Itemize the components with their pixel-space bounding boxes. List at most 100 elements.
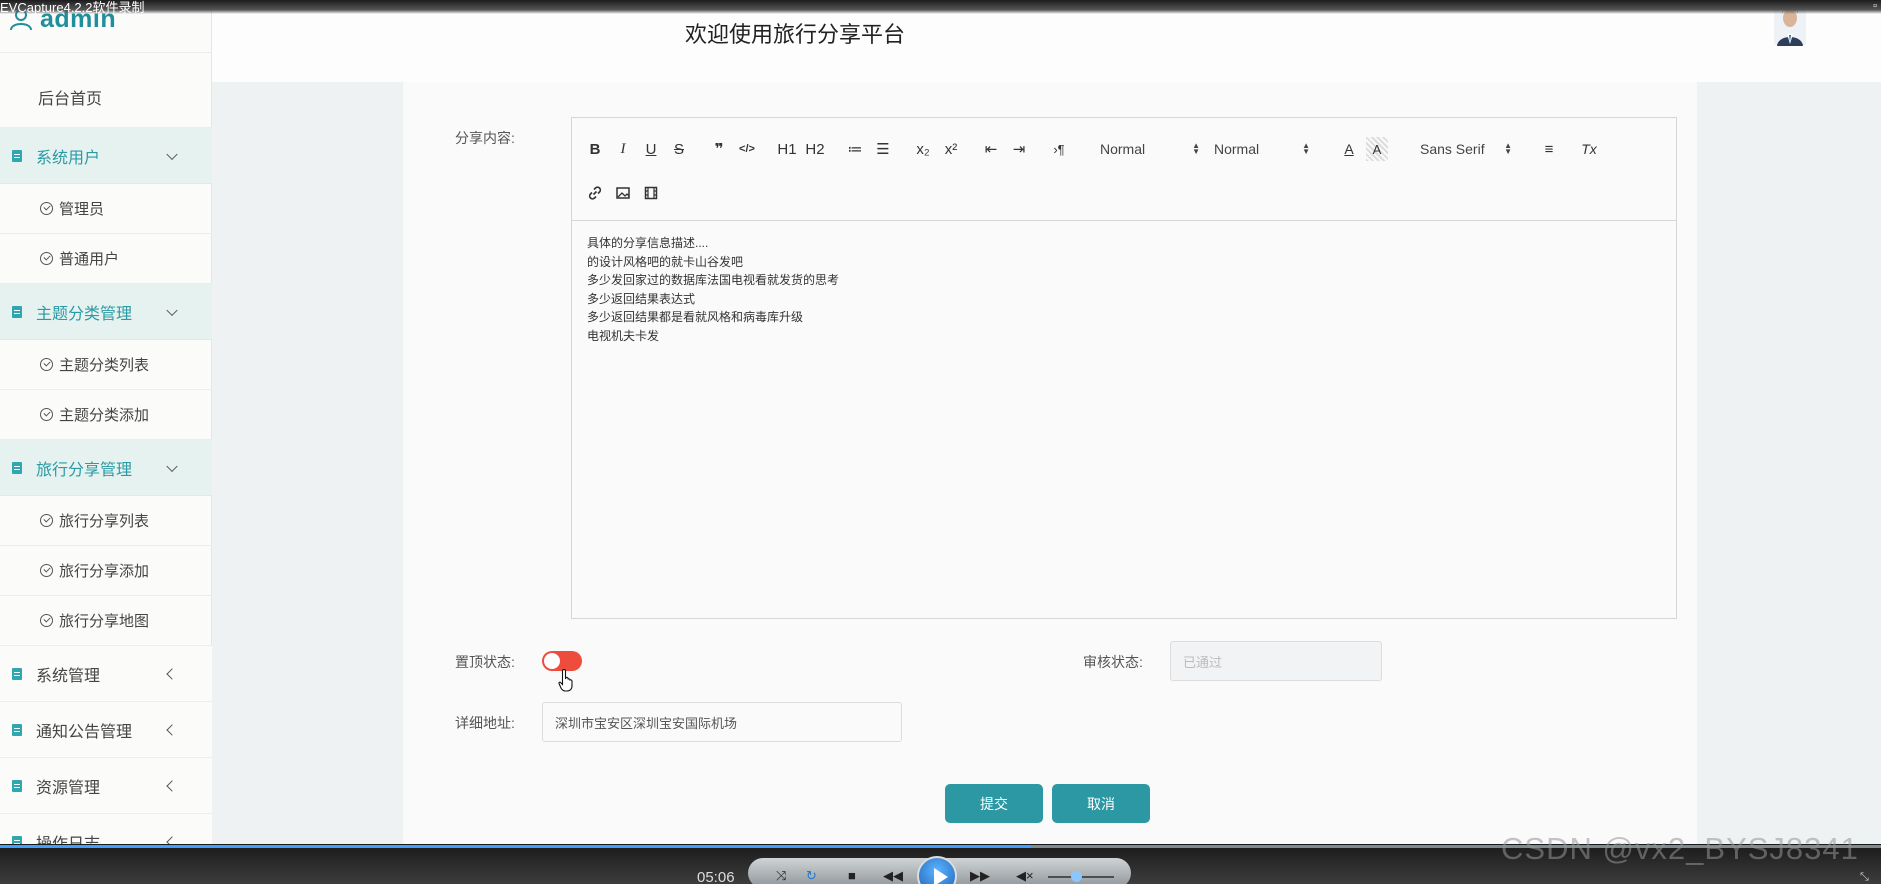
volume-knob[interactable] bbox=[1070, 871, 1082, 882]
link-icon bbox=[588, 186, 602, 200]
sidebar-item-label: 主题分类列表 bbox=[59, 357, 150, 374]
chevron-left-icon bbox=[166, 779, 178, 792]
sidebar: admin 后台首页 系统用户 管理员 普通用户 主题分类管理 主题分类列表 主… bbox=[0, 0, 212, 884]
sidebar-group-system-users[interactable]: 系统用户 bbox=[0, 128, 212, 184]
content-line: 多少发回家过的数据库法国电视看就发货的思考 bbox=[587, 273, 840, 287]
strike-button[interactable]: S bbox=[668, 137, 690, 161]
toolbar-row: B I U S ❞ </> H1 H2 ≔ ☰ x₂ x² ⇤ ⇥ ›¶ Nor… bbox=[584, 137, 1606, 161]
sidebar-menu: 后台首页 系统用户 管理员 普通用户 主题分类管理 主题分类列表 主题分类添加 bbox=[0, 66, 212, 870]
updown-icon: ▲ ▼ bbox=[1302, 141, 1310, 156]
sidebar-group-label: 主题分类管理 bbox=[36, 305, 133, 323]
review-label: 审核状态: bbox=[1083, 654, 1143, 670]
sidebar-group-notice[interactable]: 通知公告管理 bbox=[0, 702, 212, 758]
sidebar-item-admins[interactable]: 管理员 bbox=[0, 184, 212, 234]
sidebar-group-travel-share[interactable]: 旅行分享管理 bbox=[0, 440, 212, 496]
rewind-icon[interactable]: ◀◀ bbox=[883, 868, 903, 884]
bold-button[interactable]: B bbox=[584, 137, 606, 161]
playback-time: 05:06 bbox=[697, 869, 735, 884]
pin-label: 置顶状态: bbox=[455, 654, 515, 670]
sidebar-item-home[interactable]: 后台首页 bbox=[0, 66, 212, 128]
document-icon bbox=[12, 461, 22, 474]
document-icon bbox=[12, 667, 22, 680]
font-select-value: Sans Serif bbox=[1420, 141, 1485, 157]
repeat-icon[interactable]: ↻ bbox=[806, 868, 817, 884]
underline-button[interactable]: U bbox=[640, 137, 662, 161]
editor-content[interactable]: 具体的分享信息描述.... 的设计风格吧的就卡山谷发吧 多少发回家过的数据库法国… bbox=[572, 221, 1676, 358]
toggle-knob bbox=[544, 653, 560, 669]
content-line: 电视机夫卡发 bbox=[587, 328, 660, 343]
background-color-button[interactable]: A bbox=[1366, 137, 1388, 161]
window-button[interactable]: ▫ bbox=[1873, 0, 1877, 12]
cancel-button[interactable]: 取消 bbox=[1052, 784, 1150, 823]
check-circle-icon bbox=[40, 252, 53, 265]
superscript-button[interactable]: x² bbox=[940, 137, 962, 161]
image-button[interactable] bbox=[612, 181, 634, 205]
chevron-down-icon bbox=[166, 304, 178, 316]
sidebar-group-system-manage[interactable]: 系统管理 bbox=[0, 646, 212, 702]
subscript-button[interactable]: x₂ bbox=[912, 137, 934, 161]
shuffle-icon[interactable]: ⤨ bbox=[776, 868, 786, 884]
recorder-title: EVCapture4.2.2软件录制 bbox=[0, 0, 145, 15]
toolbar-row bbox=[584, 181, 668, 205]
review-status-field: 已通过 bbox=[1170, 641, 1382, 681]
size-select[interactable]: Normal ▲ ▼ bbox=[1100, 137, 1200, 161]
header-select[interactable]: Normal ▲ ▼ bbox=[1214, 137, 1310, 161]
page-title: 欢迎使用旅行分享平台 bbox=[685, 22, 906, 47]
sidebar-group-label: 旅行分享管理 bbox=[36, 461, 133, 479]
sidebar-item-share-list[interactable]: 旅行分享列表 bbox=[0, 496, 212, 546]
editor-toolbar: B I U S ❞ </> H1 H2 ≔ ☰ x₂ x² ⇤ ⇥ ›¶ Nor… bbox=[572, 118, 1676, 221]
submit-button[interactable]: 提交 bbox=[945, 784, 1043, 823]
sidebar-item-label: 旅行分享地图 bbox=[59, 613, 150, 630]
document-icon bbox=[12, 305, 22, 318]
chevron-left-icon bbox=[166, 723, 178, 736]
font-color-button[interactable]: A bbox=[1338, 137, 1360, 161]
blockquote-button[interactable]: ❞ bbox=[708, 137, 730, 161]
document-icon bbox=[12, 723, 22, 736]
fast-forward-icon[interactable]: ▶▶ bbox=[970, 868, 990, 884]
sidebar-group-resources[interactable]: 资源管理 bbox=[0, 758, 212, 814]
check-circle-icon bbox=[40, 564, 53, 577]
text-direction-button[interactable]: ›¶ bbox=[1048, 137, 1070, 161]
mute-icon[interactable]: ◀× bbox=[1016, 868, 1034, 884]
sidebar-item-label: 管理员 bbox=[59, 201, 105, 218]
resize-icon[interactable]: ⤡ bbox=[1860, 871, 1869, 884]
video-button[interactable] bbox=[640, 181, 662, 205]
align-button[interactable]: ≡ bbox=[1538, 137, 1560, 161]
sidebar-item-category-list[interactable]: 主题分类列表 bbox=[0, 340, 212, 390]
content-line: 的设计风格吧的就卡山谷发吧 bbox=[587, 254, 744, 269]
sidebar-item-users[interactable]: 普通用户 bbox=[0, 234, 212, 284]
sidebar-item-share-add[interactable]: 旅行分享添加 bbox=[0, 546, 212, 596]
chevron-left-icon bbox=[166, 667, 178, 680]
document-icon bbox=[12, 779, 22, 792]
header-select-value: Normal bbox=[1214, 141, 1260, 157]
stop-icon[interactable]: ■ bbox=[848, 868, 856, 883]
sidebar-group-topic-category[interactable]: 主题分类管理 bbox=[0, 284, 212, 340]
clean-format-button[interactable]: Tx bbox=[1578, 137, 1600, 161]
image-icon bbox=[616, 187, 630, 199]
video-icon bbox=[644, 186, 658, 200]
font-select[interactable]: Sans Serif ▲ ▼ bbox=[1420, 137, 1512, 161]
content-line: 多少返回结果都是看就风格和病毒库升级 bbox=[587, 310, 804, 324]
address-input[interactable]: 深圳市宝安区深圳宝安国际机场 bbox=[542, 702, 902, 742]
link-button[interactable] bbox=[584, 181, 606, 205]
updown-icon: ▲ ▼ bbox=[1504, 141, 1512, 156]
rich-text-editor[interactable]: B I U S ❞ </> H1 H2 ≔ ☰ x₂ x² ⇤ ⇥ ›¶ Nor… bbox=[571, 117, 1677, 619]
outdent-button[interactable]: ⇤ bbox=[980, 137, 1002, 161]
italic-button[interactable]: I bbox=[612, 137, 634, 161]
ordered-list-button[interactable]: ≔ bbox=[844, 137, 866, 161]
sidebar-item-label: 主题分类添加 bbox=[59, 407, 150, 424]
check-circle-icon bbox=[40, 514, 53, 527]
h2-button[interactable]: H2 bbox=[804, 137, 826, 161]
h1-button[interactable]: H1 bbox=[776, 137, 798, 161]
sidebar-group-label: 资源管理 bbox=[36, 779, 101, 797]
address-label: 详细地址: bbox=[455, 715, 515, 731]
code-block-button[interactable]: </> bbox=[736, 137, 758, 161]
updown-icon: ▲ ▼ bbox=[1192, 141, 1200, 156]
check-circle-icon bbox=[40, 202, 53, 215]
content-line: 多少返回结果表达式 bbox=[587, 291, 696, 306]
size-select-value: Normal bbox=[1100, 141, 1146, 157]
bullet-list-button[interactable]: ☰ bbox=[872, 137, 894, 161]
sidebar-item-category-add[interactable]: 主题分类添加 bbox=[0, 390, 212, 440]
sidebar-item-share-map[interactable]: 旅行分享地图 bbox=[0, 596, 212, 646]
indent-button[interactable]: ⇥ bbox=[1008, 137, 1030, 161]
